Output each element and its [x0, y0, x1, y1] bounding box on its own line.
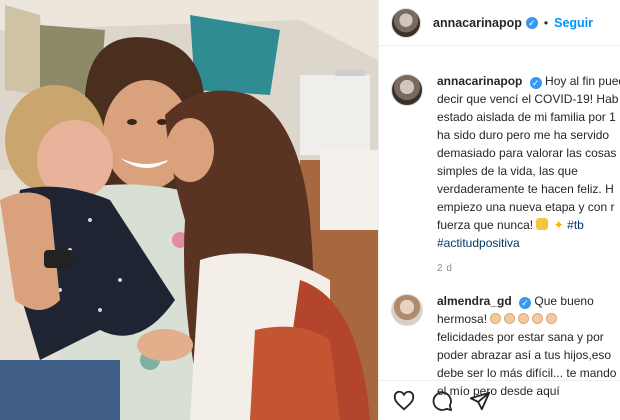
heart-icon[interactable]: [393, 390, 415, 412]
caption-line: estado aislada de mi familia por 1: [437, 110, 616, 124]
reply-line: hermosa!: [437, 312, 488, 326]
verified-badge-icon: ✓: [519, 297, 532, 309]
flexed-biceps-emoji: [536, 218, 549, 230]
hashtag-link[interactable]: #tb: [567, 218, 584, 232]
caption-text: annacarinapop ✓ Hoy al fin pued decir qu…: [437, 72, 620, 278]
caption-line: Hoy al fin pued: [545, 74, 620, 88]
comments-section: annacarinapop ✓ Hoy al fin pued decir qu…: [379, 60, 620, 400]
header-separator: •: [543, 15, 549, 30]
verified-badge-icon: ✓: [525, 16, 538, 29]
post-timestamp[interactable]: 2 d: [437, 260, 620, 278]
caption-comment: annacarinapop ✓ Hoy al fin pued decir qu…: [379, 60, 620, 278]
caption-line: simples de la vida, las que: [437, 164, 578, 178]
pillow-left: [5, 5, 45, 95]
author-avatar[interactable]: [391, 7, 421, 38]
reply-username[interactable]: almendra_gd: [437, 294, 512, 308]
verified-badge-icon: ✓: [529, 77, 542, 89]
caption-line: decir que vencí el COVID-19! Hab: [437, 92, 619, 106]
action-bar: [379, 380, 620, 420]
follow-button[interactable]: Seguir: [554, 16, 593, 30]
hashtag-link[interactable]: #actitudpositiva: [437, 236, 520, 250]
share-icon[interactable]: [469, 390, 491, 412]
sparkles-emoji: ✦: [553, 218, 564, 232]
caption-line: fuerza que nunca!: [437, 218, 534, 232]
caption-line: demasiado para valorar las cosas: [437, 146, 617, 160]
post-header: annacarinapop ✓ • Seguir: [379, 0, 620, 46]
caption-line: empiezo una nueva etapa y con r: [437, 200, 615, 214]
family-hug-photo: [0, 0, 378, 420]
caption-username[interactable]: annacarinapop: [437, 74, 522, 88]
post-side-panel: annacarinapop ✓ • Seguir annacarinapop ✓…: [378, 0, 620, 420]
caption-line: ha sido duro pero me ha servido: [437, 128, 610, 142]
reply-avatar[interactable]: [391, 294, 423, 326]
author-username[interactable]: annacarinapop: [433, 16, 522, 30]
reply-line: poder abrazar así a tus hijos,eso: [437, 348, 612, 362]
clapping-hands-emoji: [490, 312, 560, 326]
reply-line: felicidades por estar sana y por: [437, 330, 604, 344]
post-photo[interactable]: [0, 0, 378, 420]
caption-avatar[interactable]: [391, 74, 423, 106]
caption-line: verdaderamente te hacen feliz. H: [437, 182, 614, 196]
reply-line: Que bueno: [534, 294, 594, 308]
comment-icon[interactable]: [431, 390, 453, 412]
